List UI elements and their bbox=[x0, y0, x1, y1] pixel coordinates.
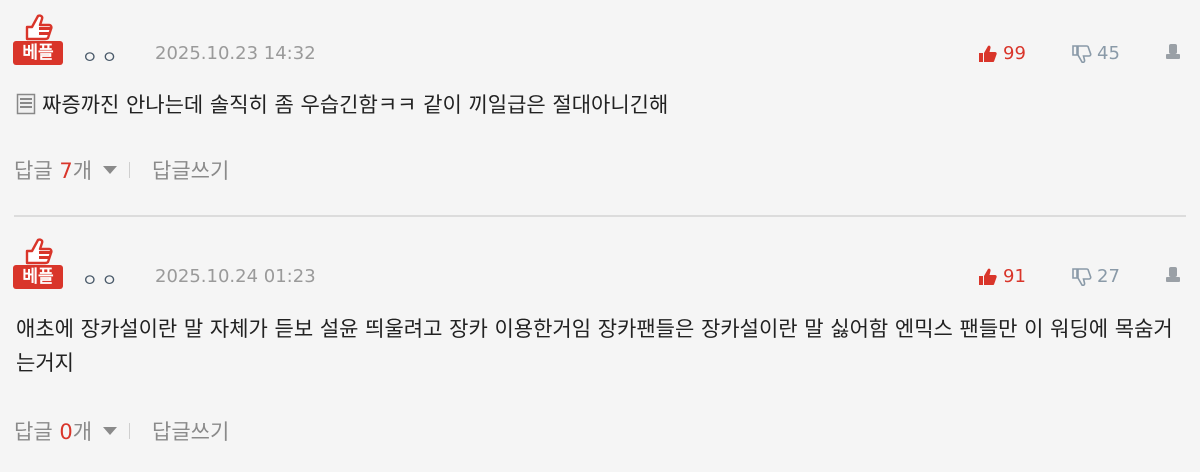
comment-divider bbox=[14, 215, 1186, 217]
reply-count: 0 bbox=[59, 420, 73, 444]
report-button[interactable] bbox=[1164, 266, 1182, 288]
best-label: 베플 bbox=[13, 41, 63, 65]
author-name[interactable]: ㅇㅇ bbox=[82, 266, 121, 291]
report-button[interactable] bbox=[1164, 43, 1182, 65]
reply-unit: 개 bbox=[72, 159, 93, 183]
upvote-count: 99 bbox=[1003, 43, 1026, 64]
best-label: 베플 bbox=[13, 265, 63, 289]
report-icon bbox=[1166, 44, 1180, 59]
upvote-count: 91 bbox=[1003, 266, 1026, 287]
upvote-button[interactable]: 99 bbox=[978, 43, 1026, 64]
reply-toggle[interactable]: 답글 0개 bbox=[14, 416, 92, 446]
downvote-button[interactable]: 27 bbox=[1072, 266, 1120, 287]
reply-count: 7 bbox=[59, 159, 73, 183]
best-comment-badge: 베플 bbox=[13, 237, 63, 291]
comment-date: 2025.10.24 01:23 bbox=[155, 266, 316, 287]
comment-body: 짜증까진 안나는데 솔직히 좀 우습긴함ㅋㅋ 같이 끼일급은 절대아니긴해 bbox=[16, 88, 1191, 122]
reply-label: 답글 bbox=[14, 420, 53, 444]
comment-text: 짜증까진 안나는데 솔직히 좀 우습긴함ㅋㅋ 같이 끼일급은 절대아니긴해 bbox=[42, 93, 669, 117]
thumbs-up-icon bbox=[25, 238, 53, 265]
write-reply-button[interactable]: 답글쓰기 bbox=[152, 416, 229, 446]
report-icon bbox=[1166, 267, 1180, 282]
thumbs-up-icon bbox=[25, 14, 53, 41]
best-comment-badge: 베플 bbox=[13, 13, 63, 67]
document-icon bbox=[16, 93, 36, 115]
reply-bar: 답글 7개 답글쓰기 bbox=[14, 155, 229, 185]
thumbs-down-icon bbox=[1072, 44, 1092, 63]
divider bbox=[129, 162, 131, 178]
author-name[interactable]: ㅇㅇ bbox=[82, 43, 121, 68]
thumbs-up-icon bbox=[979, 268, 997, 285]
comment-text: 애초에 장카설이란 말 자체가 듣보 설윤 띄울려고 장카 이용한거임 장카팬들… bbox=[16, 317, 1173, 375]
reply-label: 답글 bbox=[14, 159, 53, 183]
upvote-button[interactable]: 91 bbox=[978, 266, 1026, 287]
comment-body: 애초에 장카설이란 말 자체가 듣보 설윤 띄울려고 장카 이용한거임 장카팬들… bbox=[16, 312, 1191, 380]
comment-date: 2025.10.23 14:32 bbox=[155, 43, 316, 64]
chevron-down-icon[interactable] bbox=[103, 427, 118, 435]
downvote-count: 45 bbox=[1097, 43, 1120, 64]
reply-bar: 답글 0개 답글쓰기 bbox=[14, 416, 229, 446]
chevron-down-icon[interactable] bbox=[103, 166, 118, 174]
thumbs-up-icon bbox=[979, 45, 997, 62]
reply-toggle[interactable]: 답글 7개 bbox=[14, 155, 92, 185]
write-reply-button[interactable]: 답글쓰기 bbox=[152, 155, 229, 185]
thumbs-down-icon bbox=[1072, 267, 1092, 286]
downvote-count: 27 bbox=[1097, 266, 1120, 287]
reply-unit: 개 bbox=[72, 420, 93, 444]
divider bbox=[129, 423, 131, 439]
downvote-button[interactable]: 45 bbox=[1072, 43, 1120, 64]
